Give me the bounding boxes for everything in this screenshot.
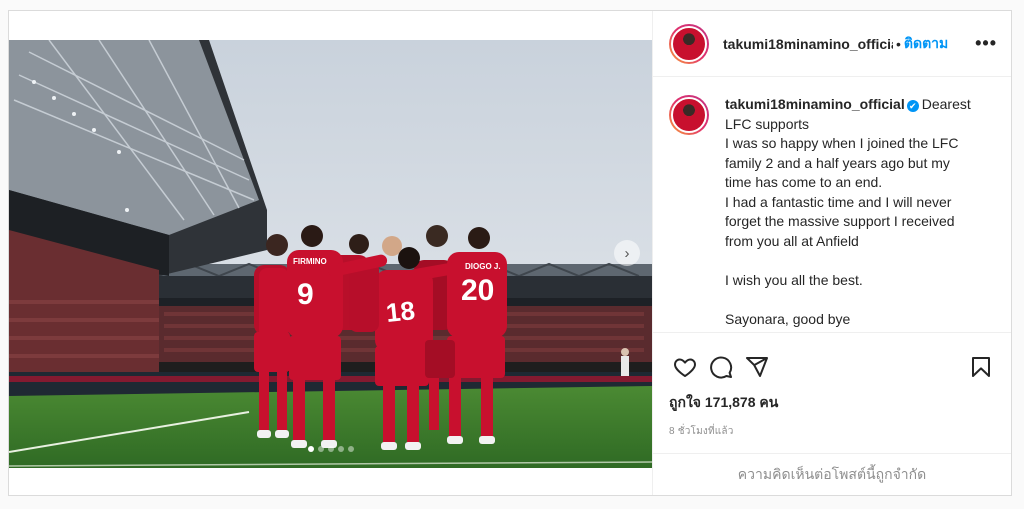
post-media: FIRMINO 9 18 DIOGO J. 20 ›	[9, 11, 652, 495]
carousel-dot	[327, 446, 334, 452]
carousel-dot	[337, 446, 344, 452]
bookmark-icon	[972, 356, 990, 377]
carousel-dot	[317, 446, 324, 452]
caption-line: LFC supports	[725, 115, 810, 132]
post-header: takumi18minamino_official • ติดตาม •••	[653, 11, 1011, 77]
post-timestamp[interactable]: 8 ชั่วโมงที่แล้ว	[653, 414, 1011, 439]
avatar[interactable]	[669, 23, 709, 64]
shirt-name-1: FIRMINO	[293, 257, 327, 266]
post-actions	[653, 332, 1011, 388]
carousel-dots	[9, 446, 652, 452]
caption-line: I was so happy when I joined the LFC	[725, 135, 959, 151]
heart-icon	[674, 358, 696, 377]
more-options-icon[interactable]: •••	[975, 33, 997, 54]
caption-line: I had a fantastic time and I will never	[725, 193, 952, 210]
stadium-celebration-image: FIRMINO 9 18 DIOGO J. 20	[9, 40, 652, 468]
carousel-dot	[307, 446, 314, 452]
comment-icon	[710, 356, 733, 378]
caption-gap	[725, 290, 971, 310]
shirt-number-3: 20	[461, 274, 494, 307]
caption-line: time has come to an end.	[725, 174, 883, 190]
caption-line: Sayonara, good bye	[725, 310, 851, 327]
chevron-right-icon: ›	[624, 244, 630, 262]
post-photo[interactable]: FIRMINO 9 18 DIOGO J. 20	[9, 40, 652, 468]
send-icon	[746, 356, 768, 377]
caption-line: Dearest	[921, 96, 971, 112]
post-card: FIRMINO 9 18 DIOGO J. 20 › takumi18minam…	[8, 10, 1012, 496]
post-caption: takumi18minamino_official ✔ Dearest LFC su…	[653, 77, 1011, 332]
carousel-dot	[347, 446, 354, 452]
caption-line: I wish you all the best.	[725, 271, 863, 288]
shirt-name-2: DIOGO J.	[465, 262, 501, 271]
shirt-number-2: 18	[384, 295, 416, 328]
caption-username[interactable]: takumi18minamino_official	[725, 96, 905, 112]
shirt-number-1: 9	[297, 278, 314, 311]
like-button[interactable]	[669, 351, 701, 383]
caption-line: family 2 and a half years ago but my	[725, 154, 950, 171]
carousel-next-button[interactable]: ›	[614, 240, 640, 266]
likes-count[interactable]: ถูกใจ 171,878 คน	[653, 388, 1011, 414]
follow-button[interactable]: ติดตาม	[904, 33, 948, 55]
comments-restricted-notice: ความคิดเห็นต่อโพสต์นี้ถูกจำกัด	[653, 453, 1011, 495]
caption-body: takumi18minamino_official ✔ Dearest LFC su…	[725, 95, 971, 332]
caption-avatar[interactable]	[669, 95, 709, 135]
save-button[interactable]	[965, 351, 997, 383]
caption-line: from you all at Anfield	[725, 232, 859, 249]
comment-button[interactable]	[705, 351, 737, 383]
header-separator: •	[896, 35, 901, 52]
verified-badge-icon: ✔	[906, 100, 919, 112]
post-sidebar: takumi18minamino_official • ติดตาม ••• t…	[652, 11, 1011, 495]
caption-line: forget the massive support I received	[725, 213, 955, 229]
header-username[interactable]: takumi18minamino_official	[723, 36, 893, 52]
share-button[interactable]	[741, 351, 773, 383]
caption-gap	[725, 251, 971, 271]
